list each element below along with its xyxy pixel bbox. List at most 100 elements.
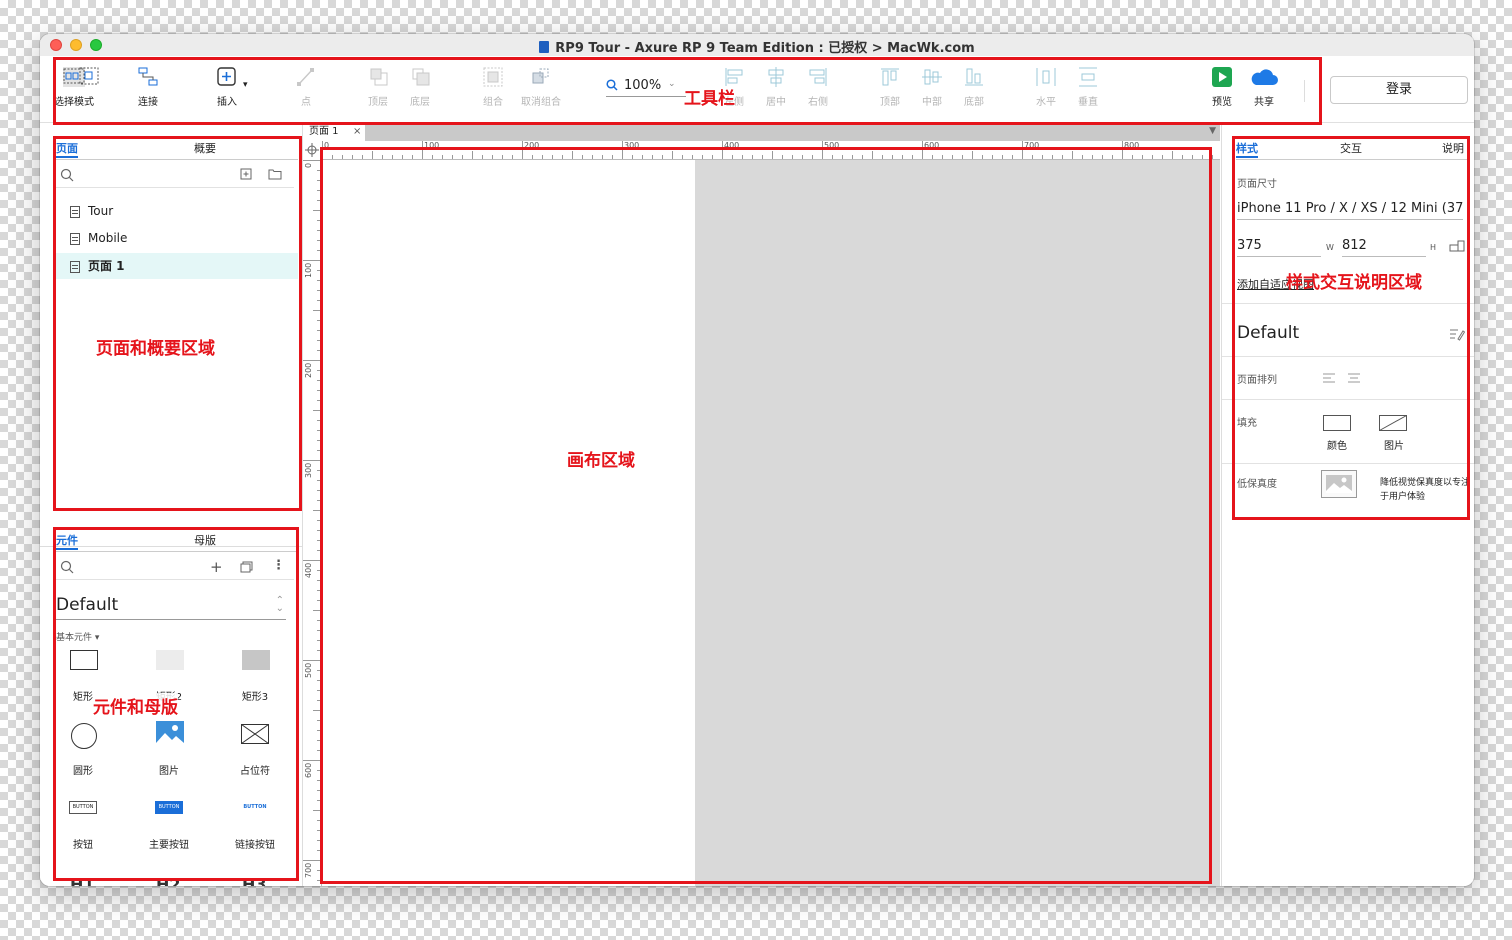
ruler-label: 100 [304, 262, 313, 278]
fill-color-button[interactable] [1321, 413, 1353, 433]
ruler-tick [317, 740, 321, 741]
ruler-tick [482, 155, 483, 159]
page-item-label: Tour [88, 204, 114, 218]
align-left-page-icon[interactable] [1322, 372, 1336, 384]
widget-image[interactable]: 图片 [134, 721, 204, 777]
ruler-tick [313, 510, 321, 511]
tab-style[interactable]: 样式 [1236, 140, 1258, 158]
distribute-vertical-label: 垂直 [1078, 97, 1098, 108]
ruler-tick [317, 680, 321, 681]
tab-interactions[interactable]: 交互 [1340, 140, 1362, 156]
insert-dropdown-icon[interactable]: ▾ [243, 80, 248, 90]
document-tab-page1[interactable]: 页面 1 × [303, 123, 365, 141]
page-size-select[interactable]: iPhone 11 Pro / X / XS / 12 Mini (375 [1237, 201, 1463, 220]
page-height-input[interactable]: 812 [1342, 238, 1426, 257]
connect-icon [138, 67, 158, 86]
ruler-tick [303, 160, 321, 161]
primary-button-icon: BUTTON [155, 801, 183, 814]
library-more-icon[interactable]: ⋮ [272, 558, 285, 573]
low-fidelity-toggle[interactable] [1321, 470, 1357, 498]
share-cloud-icon [1251, 69, 1278, 85]
ruler-tick [532, 155, 533, 159]
widget-category[interactable]: 基本元件 ▾ [56, 630, 99, 643]
widget-heading-1[interactable]: H1 [70, 875, 95, 886]
ruler-tick [1202, 155, 1203, 159]
ruler-label: 100 [424, 141, 440, 150]
ruler-tick [1112, 155, 1113, 159]
zoom-value: 100% [624, 78, 662, 93]
ruler-tick [552, 155, 553, 159]
point-icon [297, 68, 314, 86]
library-select[interactable]: Default ⌃ ⌄ [56, 595, 286, 620]
ruler-tick [317, 550, 321, 551]
tab-masters[interactable]: 母版 [194, 532, 216, 548]
widget-button[interactable]: BUTTON 按钮 [48, 798, 118, 851]
add-page-icon[interactable] [240, 168, 252, 183]
tab-widgets[interactable]: 元件 [56, 532, 78, 550]
widget-heading-3[interactable]: H3 [242, 875, 267, 886]
ruler-tick [642, 155, 643, 159]
ruler-tick [732, 155, 733, 159]
send-to-back-button[interactable]: 底层 [392, 66, 448, 108]
tab-pages[interactable]: 页面 [56, 140, 78, 158]
rectangle-light-icon [156, 650, 184, 670]
page-width-input[interactable]: 375 [1237, 238, 1321, 257]
add-library-icon[interactable]: + [210, 558, 223, 576]
page-item-page1[interactable]: 页面 1 [54, 253, 298, 279]
ungroup-label: 取消组合 [521, 97, 561, 108]
ruler-tick [1122, 141, 1123, 159]
widget-circle[interactable]: 圆形 [48, 723, 118, 777]
ruler-label: 700 [1024, 141, 1040, 150]
login-button[interactable]: 登录 [1330, 76, 1468, 104]
page-item-tour[interactable]: Tour [54, 198, 298, 224]
tab-overflow-chevron-icon[interactable]: ▼ [1209, 126, 1216, 136]
ruler-label: 500 [824, 141, 840, 150]
tab-notes[interactable]: 说明 [1442, 140, 1464, 156]
fill-image-button[interactable] [1377, 413, 1409, 433]
widget-primary-button[interactable]: BUTTON 主要按钮 [134, 798, 204, 851]
ruler-corner[interactable] [303, 141, 322, 160]
ungroup-button[interactable]: 取消组合 [513, 66, 569, 108]
distribute-vertical-button[interactable]: 垂直 [1060, 66, 1116, 108]
select-contained-button[interactable] [78, 66, 99, 88]
align-center-page-icon[interactable] [1347, 372, 1361, 384]
add-folder-icon[interactable] [268, 168, 282, 183]
ruler-tick [382, 155, 383, 159]
widget-placeholder[interactable]: 占位符 [220, 724, 290, 777]
widget-label: 圆形 [73, 766, 93, 777]
widget-link-button[interactable]: BUTTON 链接按钮 [220, 798, 290, 851]
widget-rectangle-3[interactable]: 矩形3 [220, 650, 290, 703]
point-button[interactable]: 点 [278, 66, 334, 108]
button-icon: BUTTON [69, 801, 97, 814]
share-button[interactable]: 共享 [1236, 66, 1292, 108]
align-bottom-button[interactable]: 底部 [946, 66, 1002, 108]
ruler-tick [822, 141, 823, 159]
library-search-icon[interactable] [60, 560, 74, 577]
toolbar-separator [1304, 80, 1305, 102]
ruler-horizontal[interactable]: 0 100 200 300 400 500 600 700 800 [321, 141, 1220, 160]
distribute-horizontal-icon [1036, 68, 1056, 86]
ruler-tick [322, 141, 323, 159]
page-item-mobile[interactable]: Mobile [54, 225, 298, 251]
canvas-area: 页面 1 × ▼ 0 100 200 300 400 500 600 700 800 0 100 2… [303, 123, 1220, 886]
tab-outline[interactable]: 概要 [194, 140, 216, 156]
widget-heading-2[interactable]: H2 [156, 875, 181, 886]
ruler-vertical[interactable]: 0 100 200 300 400 500 600 700 [303, 159, 322, 886]
ruler-tick [1092, 155, 1093, 159]
ruler-tick [592, 155, 593, 159]
canvas-offpage[interactable] [695, 160, 1220, 886]
library-select-value: Default [56, 595, 119, 615]
align-right-button[interactable]: 右侧 [790, 66, 846, 108]
orientation-icon[interactable] [1449, 240, 1465, 252]
ruler-label: 800 [1124, 141, 1140, 150]
ruler-tick [317, 500, 321, 501]
close-tab-icon[interactable]: × [353, 123, 361, 141]
connect-button[interactable]: 连接 [120, 66, 176, 108]
canvas-page[interactable] [322, 160, 695, 886]
ruler-tick [1212, 155, 1213, 159]
pages-search-icon[interactable] [60, 168, 74, 185]
title-bar: RP9 Tour - Axure RP 9 Team Edition : 已授权… [40, 34, 1474, 57]
zoom-select[interactable]: 100% ⌄ [606, 78, 686, 97]
edit-style-icon[interactable] [1449, 327, 1465, 341]
library-copy-icon[interactable] [240, 561, 253, 576]
